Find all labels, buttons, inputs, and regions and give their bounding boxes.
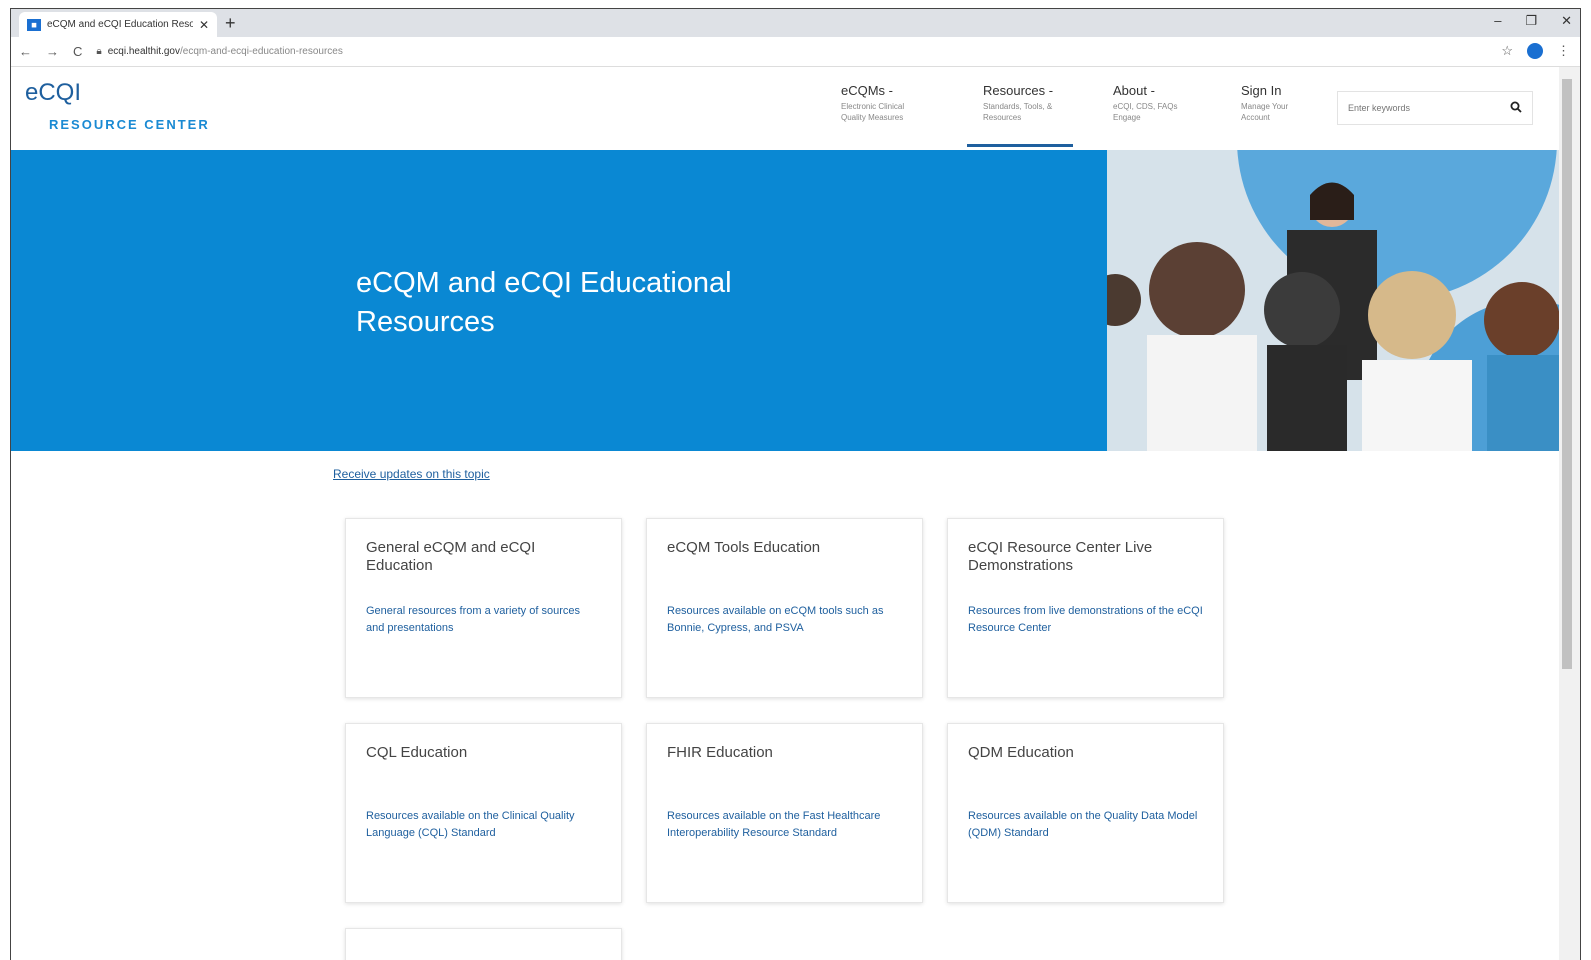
card-description: Resources from live demonstrations of th… (968, 605, 1203, 634)
nav-resources-sub-line2: Resources (983, 113, 1022, 122)
nav-resources-title: Resources - (983, 83, 1054, 98)
minimize-icon[interactable]: – (1494, 13, 1501, 29)
card-title: FHIR Education (667, 744, 773, 761)
receive-updates-link[interactable]: Receive updates on this topic (333, 467, 490, 481)
nav-resources-sub: Standards, Tools, & Resources (983, 101, 1053, 123)
browser-menu-icon[interactable]: ⋮ (1557, 43, 1570, 59)
card-title: QDM Education (968, 744, 1074, 761)
card-title: eCQM Tools Education (667, 539, 821, 556)
card-partial-next[interactable] (345, 928, 622, 960)
browser-tab[interactable]: ◼ eCQM and eCQI Education Reso ✕ (19, 12, 217, 37)
window-controls: – ❐ ✕ (1494, 13, 1572, 29)
nav-sign-in[interactable]: Sign In Manage Your Account (1241, 83, 1288, 123)
browser-tab-title: eCQM and eCQI Education Reso (47, 19, 193, 30)
card-qdm-education[interactable]: QDM Education Resources available on the… (947, 723, 1224, 903)
url-host: ecqi.healthit.gov (107, 46, 180, 57)
nav-resources[interactable]: Resources - Standards, Tools, & Resources (966, 83, 1074, 147)
card-description: Resources available on the Fast Healthca… (667, 810, 881, 839)
lock-icon: 🔒︎ (96, 46, 102, 57)
nav-about-title: About - (1113, 83, 1155, 98)
browser-window: ◼ eCQM and eCQI Education Reso ✕ + – ❐ ✕… (10, 8, 1581, 960)
card-ecqm-tools-education[interactable]: eCQM Tools Education Resources available… (646, 518, 923, 698)
nav-sign-in-sub-line2: Account (1241, 113, 1270, 122)
url-path: /ecqm-and-ecqi-education-resources (180, 46, 343, 57)
site-favicon-icon: ◼ (27, 18, 41, 31)
browser-tab-strip: ◼ eCQM and eCQI Education Reso ✕ + – ❐ ✕ (11, 9, 1580, 37)
site-search (1337, 91, 1533, 125)
card-cql-education[interactable]: CQL Education Resources available on the… (345, 723, 622, 903)
card-description: Resources available on the Clinical Qual… (366, 810, 575, 839)
hero-banner: eCQM and eCQI Educational Resources (11, 150, 1107, 451)
card-live-demonstrations[interactable]: eCQI Resource Center Live Demonstrations… (947, 518, 1224, 698)
nav-ecqms[interactable]: eCQMs - Electronic Clinical Quality Measu… (841, 83, 904, 123)
restore-icon[interactable]: ❐ (1525, 13, 1537, 29)
close-window-icon[interactable]: ✕ (1561, 13, 1572, 29)
address-bar: ← → C 🔒︎ ecqi.healthit.gov/ecqm-and-ecqi… (11, 37, 1580, 67)
card-description: Resources available on eCQM tools such a… (667, 605, 884, 634)
page-scrollbar[interactable] (1559, 67, 1580, 960)
search-icon[interactable] (1510, 101, 1522, 116)
nav-ecqms-sub: Electronic Clinical Quality Measures (841, 101, 904, 123)
url-field[interactable]: ecqi.healthit.gov/ecqm-and-ecqi-educatio… (108, 46, 343, 57)
nav-sign-in-sub-line1: Manage Your (1241, 102, 1289, 111)
card-title: CQL Education (366, 744, 468, 761)
nav-sign-in-sub: Manage Your Account (1241, 101, 1288, 123)
profile-avatar-icon[interactable] (1527, 43, 1543, 59)
nav-ecqms-sub-line2: Quality Measures (841, 113, 904, 122)
nav-about-sub: eCQI, CDS, FAQs Engage (1113, 101, 1177, 123)
search-input[interactable] (1348, 103, 1498, 113)
bookmark-star-icon[interactable]: ☆ (1501, 43, 1513, 59)
close-tab-icon[interactable]: ✕ (199, 18, 209, 32)
nav-sign-in-title: Sign In (1241, 83, 1282, 98)
nav-about-sub-line2: Engage (1113, 113, 1141, 122)
hero-classroom-image (1107, 150, 1559, 451)
nav-resources-sub-line1: Standards, Tools, & (983, 102, 1053, 111)
card-description: Resources available on the Quality Data … (968, 810, 1198, 839)
card-fhir-education[interactable]: FHIR Education Resources available on th… (646, 723, 923, 903)
card-description: General resources from a variety of sour… (366, 605, 580, 634)
site-header: eCQI RESOURCE CENTER eCQMs - Electronic … (11, 67, 1559, 151)
site-logo[interactable]: eCQI (25, 79, 81, 107)
nav-about-sub-line1: eCQI, CDS, FAQs (1113, 102, 1178, 111)
card-title: General eCQM and eCQI Education (366, 539, 536, 574)
new-tab-icon[interactable]: + (225, 13, 236, 34)
nav-ecqms-sub-line1: Electronic Clinical (841, 102, 905, 111)
card-title: eCQI Resource Center Live Demonstrations (968, 539, 1153, 574)
nav-about[interactable]: About - eCQI, CDS, FAQs Engage (1113, 83, 1177, 123)
back-arrow-icon[interactable]: ← (19, 44, 32, 59)
reload-icon[interactable]: C (73, 44, 82, 59)
site-logo-subtitle: RESOURCE CENTER (49, 117, 210, 132)
card-general-education[interactable]: General eCQM and eCQI Education General … (345, 518, 622, 698)
forward-arrow-icon[interactable]: → (46, 44, 59, 59)
nav-ecqms-title: eCQMs - (841, 83, 893, 98)
page-title: eCQM and eCQI Educational Resources (356, 267, 732, 338)
scrollbar-thumb[interactable] (1562, 79, 1572, 669)
